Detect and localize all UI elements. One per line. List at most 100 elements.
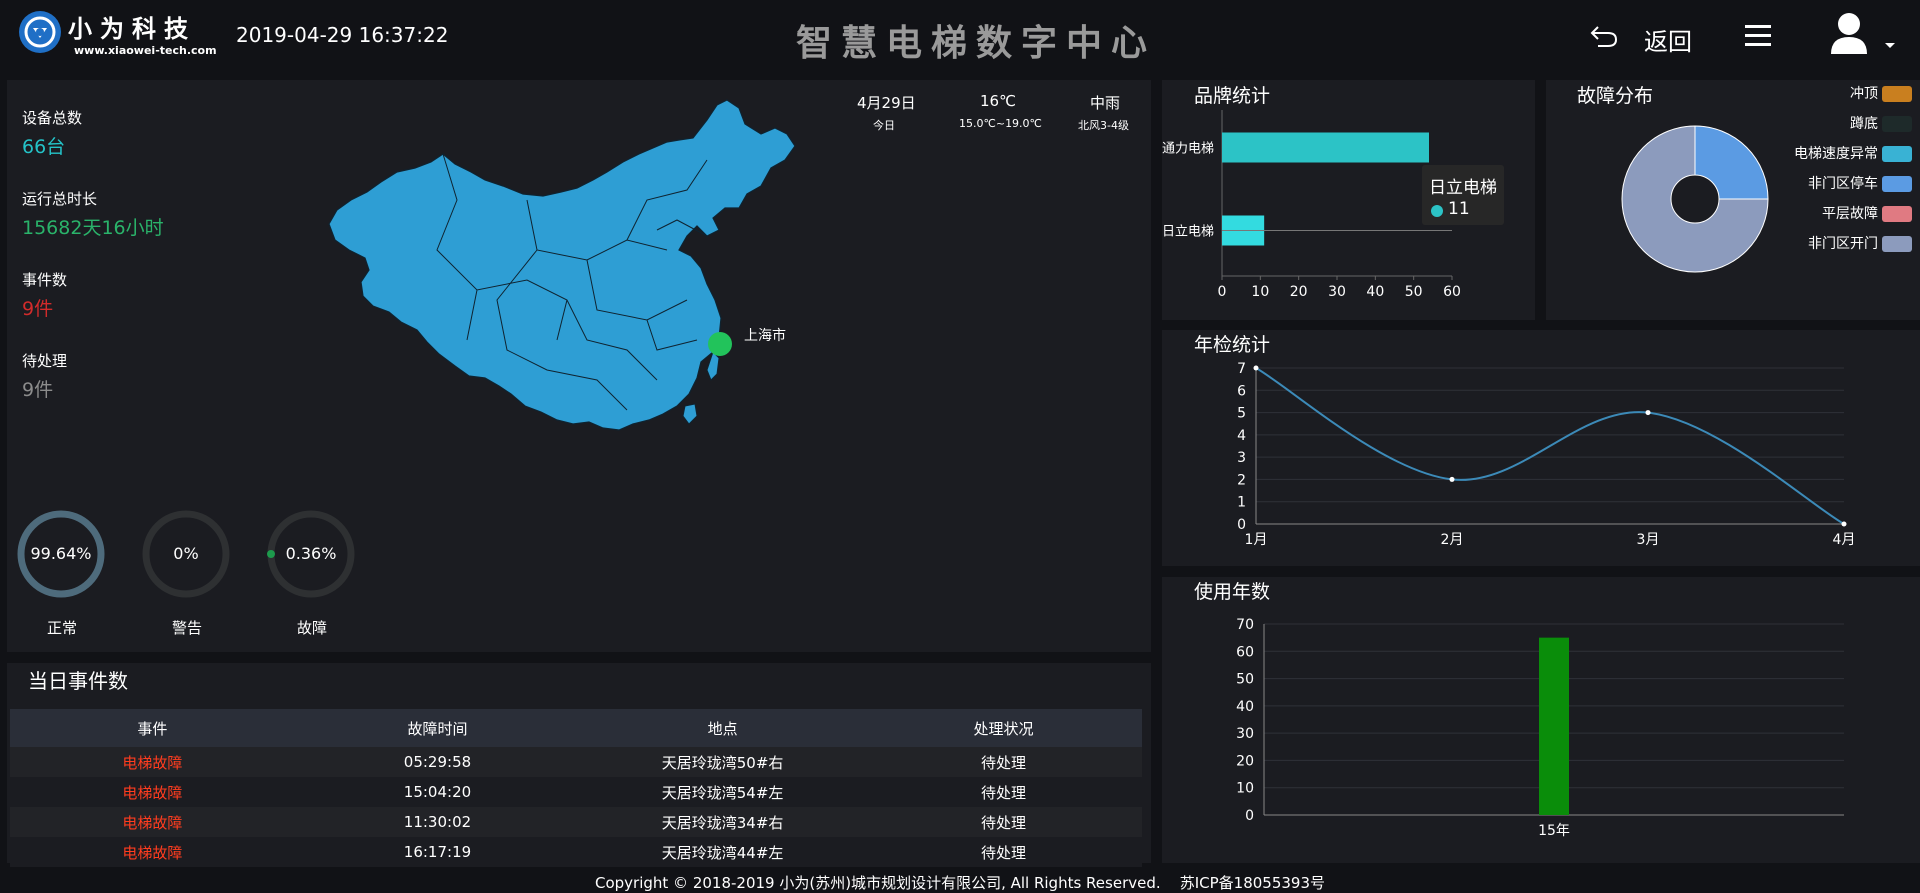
legend-swatch: [1882, 206, 1912, 222]
y-tick-label: 20: [1236, 753, 1254, 769]
weather-temp-range: 15.0℃~19.0℃: [959, 117, 1042, 130]
status-ring-fault: 0.36%: [265, 508, 357, 600]
legend-swatch: [1882, 116, 1912, 132]
map-marker-label: 上海市: [744, 328, 786, 344]
event-location: 天居玲珑湾34#右: [661, 813, 784, 832]
x-tick-label: 30: [1328, 284, 1346, 300]
stat-value-events: 9件: [22, 298, 54, 320]
event-location: 天居玲珑湾54#左: [661, 783, 784, 802]
weather-temp: 16℃: [980, 92, 1016, 110]
event-time: 11:30:02: [403, 813, 472, 831]
y-tick-label: 10: [1236, 781, 1254, 797]
y-tick-label: 50: [1236, 672, 1254, 688]
chevron-down-icon[interactable]: [1884, 34, 1896, 48]
event-type: 电梯故障: [122, 783, 183, 802]
page-title: 智慧电梯数字中心: [796, 23, 1157, 64]
y-tick-label: 40: [1236, 699, 1254, 715]
legend-label: 平层故障: [1822, 206, 1878, 222]
x-tick-label: 20: [1290, 284, 1308, 300]
column-header: 事件: [137, 719, 168, 738]
legend-label: 冲顶: [1850, 86, 1878, 102]
events-title: 当日事件数: [28, 669, 128, 693]
chart-tooltip: 日立电梯 11: [1422, 165, 1504, 225]
y-tick-label: 1: [1237, 495, 1246, 511]
column-header: 故障时间: [407, 719, 468, 738]
stat-label-pending: 待处理: [22, 352, 68, 370]
stat-value-pending: 9件: [22, 379, 54, 401]
weather-wind: 北风3-4级: [1078, 119, 1129, 132]
x-tick-label: 40: [1366, 284, 1384, 300]
events-panel: 当日事件数 事件 故障时间 地点 处理状况 电梯故障 05:29:58 天居玲珑…: [7, 663, 1151, 867]
y-tick-label: 3: [1237, 450, 1246, 466]
y-tick-label: 0: [1237, 517, 1246, 533]
fault-legend: 冲顶 蹲底 电梯速度异常 非门区停车 平层故障 非门区开门: [1666, 80, 1920, 260]
legend-label: 蹲底: [1850, 116, 1878, 132]
brand-panel: 品牌统计 0 10 20 30 40 50 60 通力电梯 日立电梯 日立电梯 11: [1162, 80, 1535, 320]
event-type: 电梯故障: [122, 843, 183, 862]
weather-date: 4月29日: [857, 94, 916, 112]
legend-swatch: [1882, 236, 1912, 252]
y-tick-label: 7: [1237, 361, 1246, 377]
header-bar: 小为科技 www.xiaowei-tech.com 2019-04-29 16:…: [0, 0, 1920, 64]
event-location: 天居玲珑湾44#左: [661, 843, 784, 862]
stat-value-devices: 66台: [22, 136, 66, 158]
data-point: [1841, 521, 1847, 527]
weather-condition: 中雨: [1090, 94, 1121, 112]
x-tick-label: 15年: [1538, 823, 1570, 839]
event-status: 待处理: [981, 843, 1027, 862]
user-avatar-icon[interactable]: [1829, 12, 1869, 54]
events-table: 事件 故障时间 地点 处理状况 电梯故障 05:29:58 天居玲珑湾50#右 …: [10, 709, 1142, 867]
y-tick-label: 60: [1236, 644, 1254, 660]
y-tick-label: 70: [1236, 617, 1254, 633]
status-ring-warning: 0%: [140, 508, 232, 600]
bar: [1539, 637, 1569, 815]
map-marker-dot: [708, 332, 732, 356]
legend-swatch: [1882, 146, 1912, 162]
x-tick-label: 1月: [1245, 532, 1268, 548]
table-row[interactable]: 电梯故障 16:17:19 天居玲珑湾44#左 待处理: [10, 837, 1142, 867]
bar: [1222, 132, 1429, 163]
china-map[interactable]: [327, 90, 847, 490]
ring-value-warning: 0%: [173, 544, 199, 563]
stat-value-runtime: 15682天16小时: [22, 217, 164, 239]
tooltip-name: 日立电梯: [1429, 178, 1497, 198]
legend-label: 非门区停车: [1808, 176, 1878, 192]
header-datetime: 2019-04-29 16:37:22: [236, 23, 449, 47]
x-tick-label: 10: [1251, 284, 1269, 300]
data-point: [1253, 365, 1259, 371]
event-status: 待处理: [981, 813, 1027, 832]
weather-date-sub: 今日: [873, 119, 895, 132]
annual-line-chart: 0 1 2 3 4 5 6 7 1月 2月 3月 4月: [1237, 361, 1856, 548]
y-tick-label: 30: [1236, 726, 1254, 742]
back-icon[interactable]: [1589, 24, 1619, 48]
legend-swatch: [1882, 86, 1912, 102]
table-row[interactable]: 电梯故障 15:04:20 天居玲珑湾54#左 待处理: [10, 777, 1142, 807]
event-status: 待处理: [981, 783, 1027, 802]
x-tick-label: 4月: [1833, 532, 1856, 548]
back-button[interactable]: 返回: [1644, 22, 1692, 57]
y-tick-label: 4: [1237, 428, 1246, 444]
x-tick-label: 2月: [1441, 532, 1464, 548]
ring-label-warning: 警告: [172, 619, 203, 637]
stat-label-runtime: 运行总时长: [22, 190, 98, 208]
y-tick-label: 2: [1237, 472, 1246, 488]
years-panel: 使用年数 0 10 20 30 40 50 60 70 15年: [1162, 577, 1920, 863]
series-line: [1255, 367, 1845, 525]
event-type: 电梯故障: [122, 813, 183, 832]
x-tick-label: 50: [1405, 284, 1423, 300]
y-tick-label: 0: [1245, 808, 1254, 824]
menu-icon[interactable]: [1745, 24, 1771, 46]
x-tick-label: 3月: [1637, 532, 1660, 548]
y-tick-label: 6: [1237, 383, 1246, 399]
ring-label-normal: 正常: [47, 619, 78, 637]
stat-label-devices: 设备总数: [22, 109, 83, 127]
logo-name: 小为科技: [68, 15, 196, 43]
table-row[interactable]: 电梯故障 05:29:58 天居玲珑湾50#右 待处理: [10, 747, 1142, 777]
column-header: 地点: [707, 719, 738, 738]
ring-value-fault: 0.36%: [285, 544, 337, 563]
fault-panel: 故障分布 冲顶 蹲底 电梯速度异常 非门区停车 平层故障 非门区开门: [1546, 80, 1920, 320]
ring-label-fault: 故障: [297, 619, 328, 637]
table-row[interactable]: 电梯故障 11:30:02 天居玲珑湾34#右 待处理: [10, 807, 1142, 837]
data-point: [1449, 476, 1455, 482]
tooltip-value: 11: [1448, 199, 1470, 219]
